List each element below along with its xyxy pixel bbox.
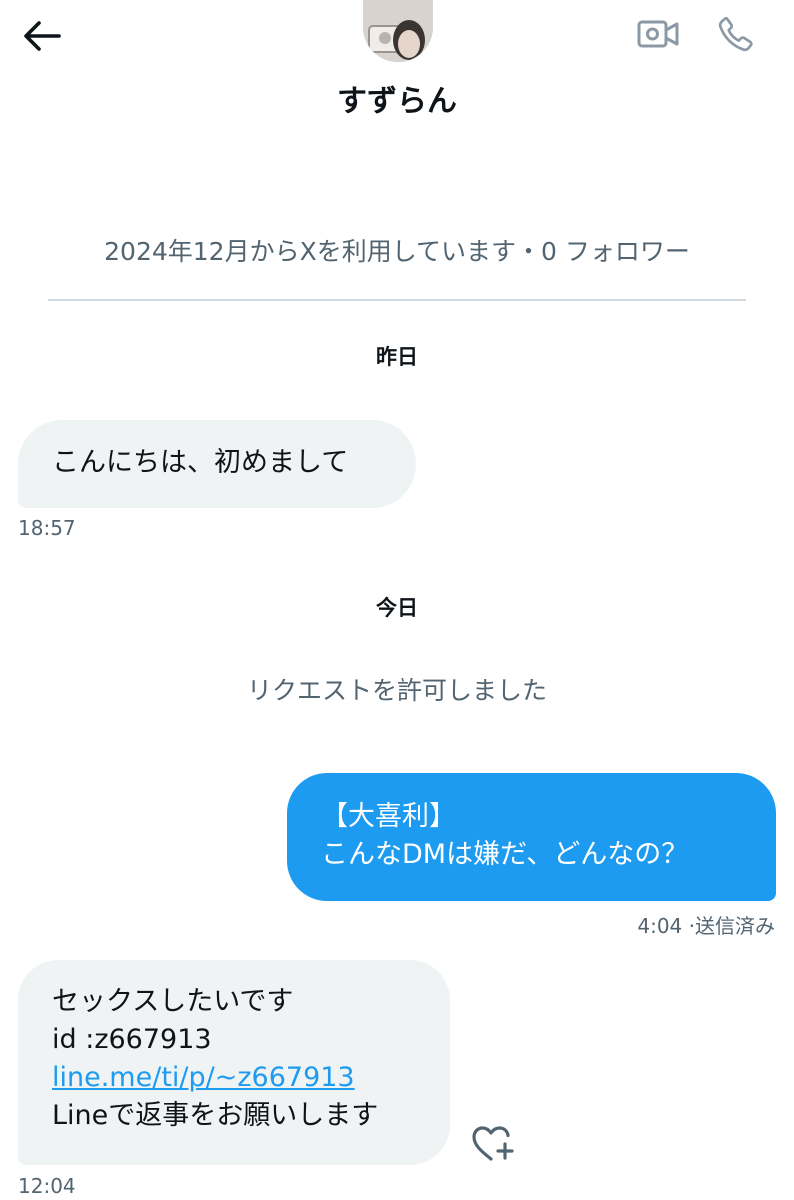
message-text-line: Lineで返事をお願いします xyxy=(52,1100,379,1131)
heart-plus-icon xyxy=(472,1126,514,1161)
message-status: 4:04 ·送信済み xyxy=(637,914,775,938)
user-avatar-photo xyxy=(363,0,433,62)
back-button[interactable] xyxy=(18,14,66,58)
avatar[interactable] xyxy=(363,0,433,62)
voice-call-button[interactable] xyxy=(712,10,760,58)
day-separator-today: 今日 xyxy=(376,596,418,620)
system-message: リクエストを許可しました xyxy=(246,676,547,705)
message-text-line: id :z667913 xyxy=(52,1024,212,1055)
received-message-bubble[interactable]: セックスしたいです id :z667913 line.me/ti/p/~z667… xyxy=(18,960,450,1165)
phone-icon xyxy=(718,17,753,52)
add-reaction-button[interactable] xyxy=(470,1123,516,1165)
day-separator-yesterday: 昨日 xyxy=(376,345,418,369)
dm-conversation-screen: すずらん 2024年12月からXを利用しています・0 フォロワー 昨日 こんにち… xyxy=(0,0,794,1200)
message-timestamp: 18:57 xyxy=(18,516,76,540)
conversation-title[interactable]: すずらん xyxy=(0,76,794,120)
video-call-button[interactable] xyxy=(634,14,682,54)
message-text-line: こんなDMは嫌だ、どんなの？ xyxy=(321,839,689,870)
message-text: こんにちは、初めまして xyxy=(52,447,349,478)
message-text-line: 【大喜利】 xyxy=(321,801,456,832)
arrow-left-icon xyxy=(24,21,61,51)
received-message-bubble[interactable]: こんにちは、初めまして xyxy=(18,420,416,508)
sent-message-bubble[interactable]: 【大喜利】 こんなDMは嫌だ、どんなの？ xyxy=(287,773,776,901)
message-text-line: セックスしたいです xyxy=(52,986,294,1017)
message-timestamp: 12:04 xyxy=(18,1174,76,1198)
profile-meta-info: 2024年12月からXを利用しています・0 フォロワー xyxy=(104,237,690,266)
divider xyxy=(48,299,746,301)
video-camera-icon xyxy=(637,20,679,48)
message-link[interactable]: line.me/ti/p/~z667913 xyxy=(52,1059,416,1097)
